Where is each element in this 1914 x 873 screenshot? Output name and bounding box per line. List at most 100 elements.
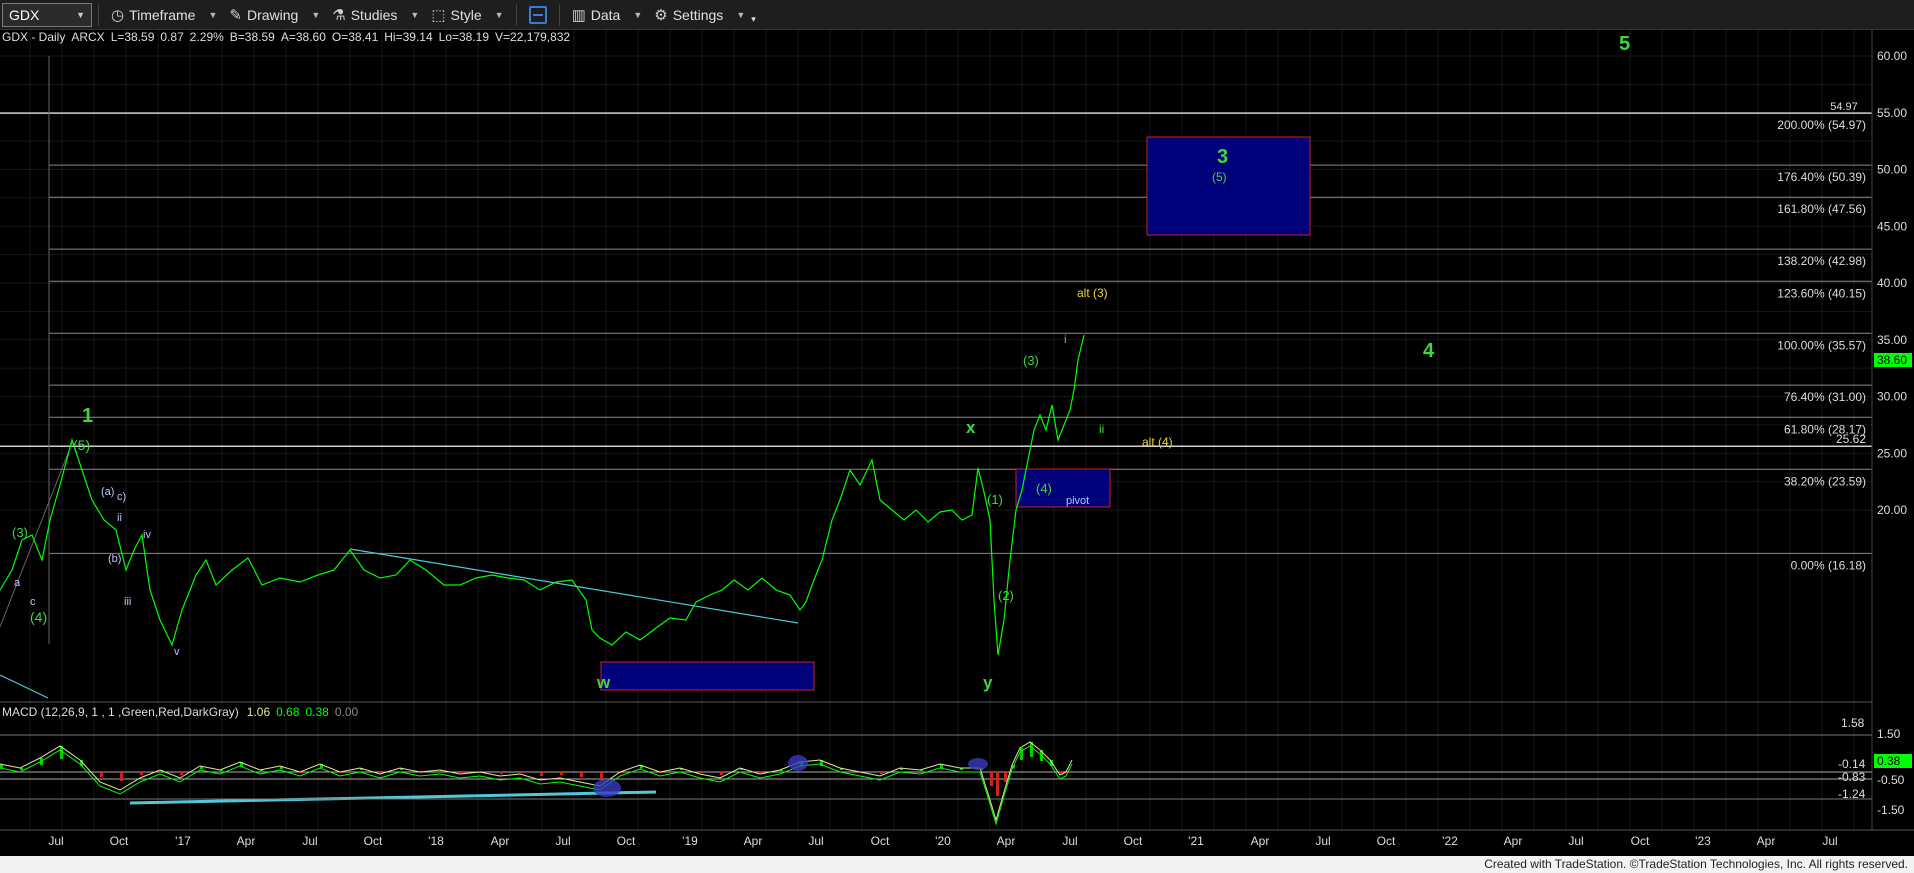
macd-axis-label: 1.50	[1877, 727, 1901, 741]
fib-level-label: 138.20% (42.98)	[1777, 254, 1866, 268]
clock-icon: ◷	[111, 6, 125, 24]
style-icon: ⬚	[431, 6, 446, 24]
price-axis-label: 50.00	[1877, 163, 1907, 177]
macd-histogram-bar	[990, 772, 993, 786]
time-axis-label: Apr	[1757, 834, 1776, 848]
studies-button[interactable]: ⚗ Studies ▼	[326, 1, 425, 29]
macd-circle-marker	[968, 758, 988, 770]
studies-label: Studies	[350, 6, 398, 23]
time-axis-label: Apr	[237, 834, 256, 848]
macd-axis-label: 1.58	[1841, 716, 1865, 730]
time-axis-label: Oct	[1124, 834, 1143, 848]
wave-label-ii-small: ii	[117, 512, 122, 524]
wave-label-p2: (2)	[998, 588, 1014, 603]
settings-label: Settings	[672, 6, 724, 23]
top-level-tag: 54.97	[1830, 101, 1858, 113]
symbol-selector[interactable]: GDX ▼	[2, 2, 92, 27]
wave-label-c-paren: c)	[117, 491, 126, 503]
wave-label-p1: (1)	[987, 492, 1003, 507]
macd-histogram-bar	[140, 772, 143, 775]
wave-label-left-4: (4)	[30, 609, 47, 625]
macd-histogram-bar	[540, 772, 543, 776]
toolbar-divider	[98, 3, 99, 26]
time-axis-label: Oct	[364, 834, 383, 848]
fib-level-label: 100.00% (35.57)	[1777, 338, 1866, 352]
wave-label-v: v	[174, 646, 180, 658]
macd-histogram-bar	[580, 772, 583, 777]
target-box-wave-3	[1146, 136, 1311, 236]
time-axis-label: Apr	[1251, 834, 1270, 848]
layout-icon[interactable]	[528, 5, 547, 24]
time-axis-label: Jul	[808, 834, 823, 848]
time-axis-label: Jul	[1062, 834, 1077, 848]
fib-level-label: 176.40% (50.39)	[1777, 170, 1866, 184]
drawing-label: Drawing	[246, 6, 299, 23]
macd-histogram-bar	[100, 772, 103, 777]
time-axis-label: Jul	[555, 834, 570, 848]
wave-label-b-paren: (b)	[108, 553, 121, 565]
fib-level-label: 38.20% (23.59)	[1784, 474, 1866, 488]
pivot-box	[1015, 468, 1111, 508]
wave-label-3: 3	[1217, 146, 1228, 168]
wave-label-ii: ii	[1099, 422, 1104, 436]
macd-histogram-bar	[880, 772, 883, 774]
support-box-w	[600, 661, 815, 691]
style-button[interactable]: ⬚ Style ▼	[425, 1, 509, 29]
copyright-footer: Created with TradeStation. ©TradeStation…	[0, 856, 1914, 873]
price-axis-label: 25.00	[1877, 446, 1907, 460]
time-axis-label: '18	[428, 834, 444, 848]
wave-label-a: a	[14, 577, 21, 589]
wave-label-4: 4	[1423, 340, 1435, 362]
settings-button[interactable]: ⚙ Settings ▼	[648, 1, 751, 29]
macd-histogram-bar	[600, 772, 603, 779]
fib-level-label: 0.00% (16.18)	[1791, 558, 1866, 572]
drawing-button[interactable]: ✎ Drawing ▼	[223, 1, 326, 29]
time-axis-label: Oct	[871, 834, 890, 848]
wave-label-left-3: (3)	[12, 525, 28, 540]
fib-level-label: 76.40% (31.00)	[1784, 390, 1866, 404]
macd-histogram-bar	[560, 772, 563, 775]
chevron-down-icon: ▼	[633, 9, 643, 20]
wave-label-w: w	[596, 673, 611, 692]
time-axis-label: Jul	[1822, 834, 1837, 848]
price-axis-label: 40.00	[1877, 276, 1907, 290]
macd-histogram-bar	[996, 772, 999, 796]
time-axis-label: Oct	[110, 834, 129, 848]
wave-label-iv: iv	[143, 529, 151, 541]
timeframe-button[interactable]: ◷ Timeframe ▼	[105, 1, 223, 29]
wave-label-y: y	[983, 673, 993, 692]
macd-histogram-bar	[520, 772, 523, 773]
time-axis-label: Jul	[1315, 834, 1330, 848]
macd-axis-label: -0.14	[1838, 757, 1866, 771]
data-button[interactable]: ▥ Data ▼	[566, 1, 649, 29]
macd-circle-marker	[593, 779, 621, 797]
macd-axis-label: -1.50	[1877, 803, 1905, 817]
wave-label-c: c	[30, 596, 36, 608]
price-axis-label: 55.00	[1877, 106, 1907, 120]
price-axis-label: 45.00	[1877, 219, 1907, 233]
macd-axis-label: -1.24	[1838, 787, 1866, 801]
time-axis-label: '17	[175, 834, 191, 848]
time-axis-label: Jul	[302, 834, 317, 848]
macd-axis-label: -0.83	[1838, 770, 1866, 784]
macd-histogram-bar	[720, 772, 723, 775]
macd-axis-label: 0.38	[1877, 754, 1901, 768]
wave-label-iii: iii	[124, 596, 131, 608]
price-axis-label: 35.00	[1877, 333, 1907, 347]
wave-label-i: i	[1064, 332, 1067, 346]
wave-label-1-5: (5)	[73, 437, 90, 453]
macd-histogram-bar	[1004, 772, 1007, 782]
price-chart[interactable]: 200.00% (54.97) 176.40% (50.39) 161.80% (4…	[0, 30, 1914, 856]
time-axis-label: Oct	[1377, 834, 1396, 848]
chart-background	[0, 30, 1914, 856]
flask-icon: ⚗	[332, 6, 346, 24]
wave-label-alt-3: alt (3)	[1077, 286, 1108, 300]
time-axis-label: '20	[935, 834, 951, 848]
time-axis-label: Apr	[1504, 834, 1523, 848]
time-axis-label: Jul	[1568, 834, 1583, 848]
macd-histogram-bar	[120, 772, 123, 781]
wave-label-a-paren: (a)	[101, 486, 114, 498]
chart-header: GDX - Daily ARCX L=38.59 0.87 2.29% B=38.59 A=…	[2, 30, 570, 44]
time-axis-label: Oct	[1631, 834, 1650, 848]
style-label: Style	[450, 6, 482, 23]
